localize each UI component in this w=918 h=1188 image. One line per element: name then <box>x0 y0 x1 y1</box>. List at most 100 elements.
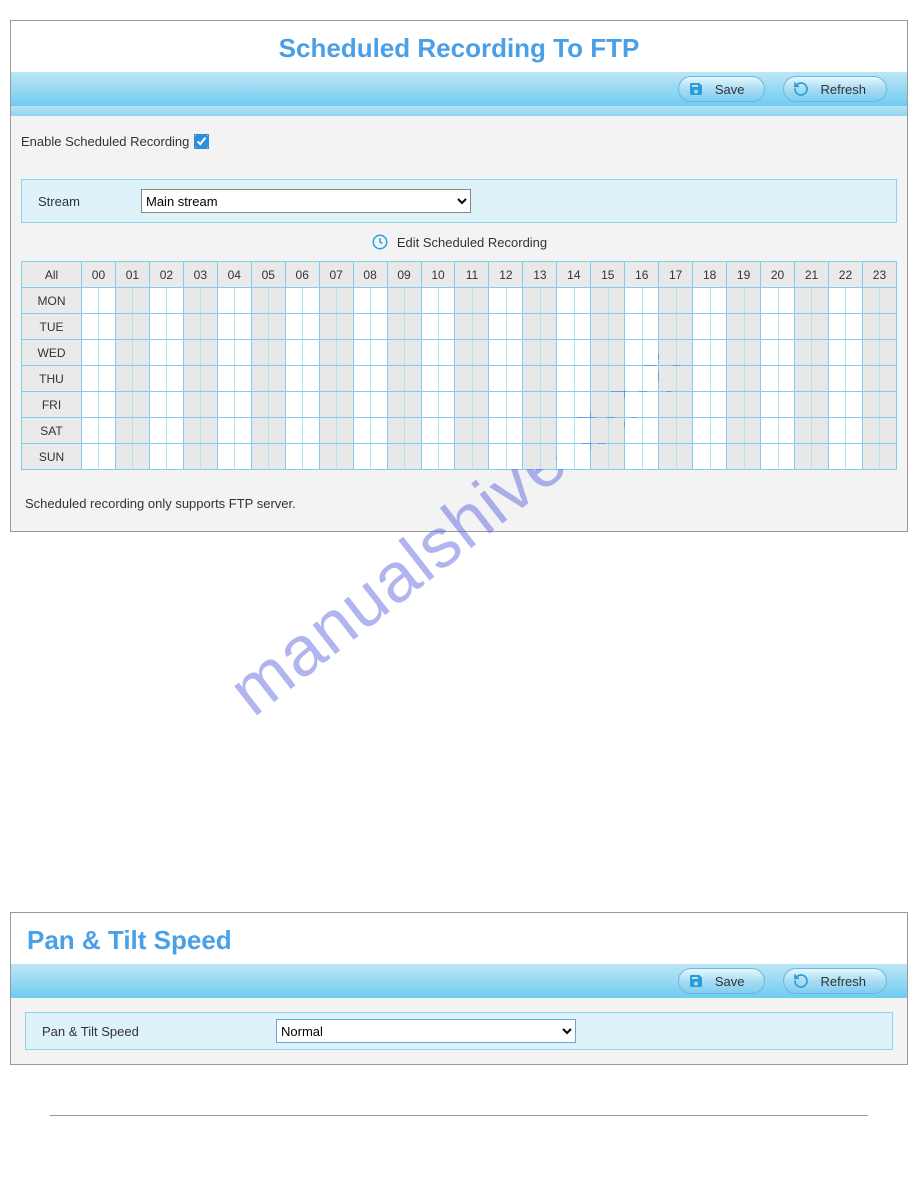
schedule-cell[interactable] <box>625 392 659 418</box>
save-button-2[interactable]: Save <box>678 968 766 994</box>
day-header[interactable]: SUN <box>22 444 82 470</box>
hour-header[interactable]: 01 <box>115 262 149 288</box>
all-header[interactable]: All <box>22 262 82 288</box>
schedule-cell[interactable] <box>727 288 761 314</box>
schedule-cell[interactable] <box>285 444 319 470</box>
schedule-cell[interactable] <box>353 340 387 366</box>
schedule-cell[interactable] <box>82 392 116 418</box>
schedule-cell[interactable] <box>82 340 116 366</box>
schedule-cell[interactable] <box>455 392 489 418</box>
schedule-cell[interactable] <box>319 340 353 366</box>
schedule-cell[interactable] <box>183 444 217 470</box>
schedule-cell[interactable] <box>828 366 862 392</box>
hour-header[interactable]: 08 <box>353 262 387 288</box>
hour-header[interactable]: 07 <box>319 262 353 288</box>
schedule-cell[interactable] <box>557 288 591 314</box>
schedule-cell[interactable] <box>693 418 727 444</box>
schedule-cell[interactable] <box>455 366 489 392</box>
edit-schedule-link[interactable]: Edit Scheduled Recording <box>11 223 907 261</box>
schedule-cell[interactable] <box>659 288 693 314</box>
schedule-cell[interactable] <box>795 314 829 340</box>
schedule-cell[interactable] <box>625 288 659 314</box>
schedule-cell[interactable] <box>285 314 319 340</box>
schedule-cell[interactable] <box>489 418 523 444</box>
schedule-cell[interactable] <box>387 340 421 366</box>
schedule-cell[interactable] <box>421 392 455 418</box>
schedule-cell[interactable] <box>353 392 387 418</box>
schedule-cell[interactable] <box>149 314 183 340</box>
refresh-button-2[interactable]: Refresh <box>783 968 887 994</box>
schedule-cell[interactable] <box>795 444 829 470</box>
schedule-cell[interactable] <box>455 314 489 340</box>
schedule-cell[interactable] <box>251 288 285 314</box>
hour-header[interactable]: 20 <box>761 262 795 288</box>
schedule-cell[interactable] <box>82 418 116 444</box>
schedule-cell[interactable] <box>659 314 693 340</box>
schedule-cell[interactable] <box>387 444 421 470</box>
schedule-cell[interactable] <box>149 392 183 418</box>
schedule-cell[interactable] <box>285 288 319 314</box>
schedule-cell[interactable] <box>319 366 353 392</box>
schedule-cell[interactable] <box>693 340 727 366</box>
schedule-cell[interactable] <box>489 366 523 392</box>
schedule-cell[interactable] <box>149 366 183 392</box>
schedule-cell[interactable] <box>217 314 251 340</box>
schedule-cell[interactable] <box>115 392 149 418</box>
schedule-cell[interactable] <box>285 340 319 366</box>
schedule-cell[interactable] <box>387 418 421 444</box>
schedule-cell[interactable] <box>285 418 319 444</box>
schedule-cell[interactable] <box>625 444 659 470</box>
schedule-cell[interactable] <box>591 314 625 340</box>
schedule-cell[interactable] <box>149 340 183 366</box>
hour-header[interactable]: 04 <box>217 262 251 288</box>
schedule-cell[interactable] <box>421 288 455 314</box>
schedule-cell[interactable] <box>421 418 455 444</box>
schedule-cell[interactable] <box>217 288 251 314</box>
schedule-cell[interactable] <box>659 366 693 392</box>
stream-select[interactable]: Main stream <box>141 189 471 213</box>
schedule-cell[interactable] <box>862 366 896 392</box>
schedule-cell[interactable] <box>387 392 421 418</box>
schedule-cell[interactable] <box>659 444 693 470</box>
schedule-cell[interactable] <box>727 444 761 470</box>
schedule-cell[interactable] <box>115 366 149 392</box>
schedule-cell[interactable] <box>761 392 795 418</box>
schedule-cell[interactable] <box>319 418 353 444</box>
hour-header[interactable]: 12 <box>489 262 523 288</box>
schedule-cell[interactable] <box>761 288 795 314</box>
schedule-cell[interactable] <box>523 314 557 340</box>
schedule-cell[interactable] <box>693 314 727 340</box>
hour-header[interactable]: 10 <box>421 262 455 288</box>
schedule-cell[interactable] <box>828 444 862 470</box>
schedule-cell[interactable] <box>591 392 625 418</box>
schedule-cell[interactable] <box>862 340 896 366</box>
schedule-cell[interactable] <box>727 366 761 392</box>
schedule-cell[interactable] <box>82 314 116 340</box>
schedule-cell[interactable] <box>489 314 523 340</box>
hour-header[interactable]: 13 <box>523 262 557 288</box>
schedule-cell[interactable] <box>557 314 591 340</box>
schedule-cell[interactable] <box>115 418 149 444</box>
schedule-cell[interactable] <box>557 340 591 366</box>
schedule-cell[interactable] <box>82 444 116 470</box>
hour-header[interactable]: 06 <box>285 262 319 288</box>
schedule-cell[interactable] <box>693 366 727 392</box>
schedule-cell[interactable] <box>149 288 183 314</box>
schedule-cell[interactable] <box>149 418 183 444</box>
schedule-cell[interactable] <box>115 340 149 366</box>
schedule-cell[interactable] <box>557 418 591 444</box>
hour-header[interactable]: 17 <box>659 262 693 288</box>
schedule-cell[interactable] <box>353 288 387 314</box>
schedule-cell[interactable] <box>82 366 116 392</box>
schedule-cell[interactable] <box>761 340 795 366</box>
day-header[interactable]: WED <box>22 340 82 366</box>
schedule-cell[interactable] <box>455 288 489 314</box>
hour-header[interactable]: 02 <box>149 262 183 288</box>
schedule-cell[interactable] <box>727 314 761 340</box>
hour-header[interactable]: 11 <box>455 262 489 288</box>
schedule-cell[interactable] <box>217 366 251 392</box>
schedule-cell[interactable] <box>455 340 489 366</box>
schedule-cell[interactable] <box>183 314 217 340</box>
schedule-cell[interactable] <box>795 392 829 418</box>
day-header[interactable]: FRI <box>22 392 82 418</box>
